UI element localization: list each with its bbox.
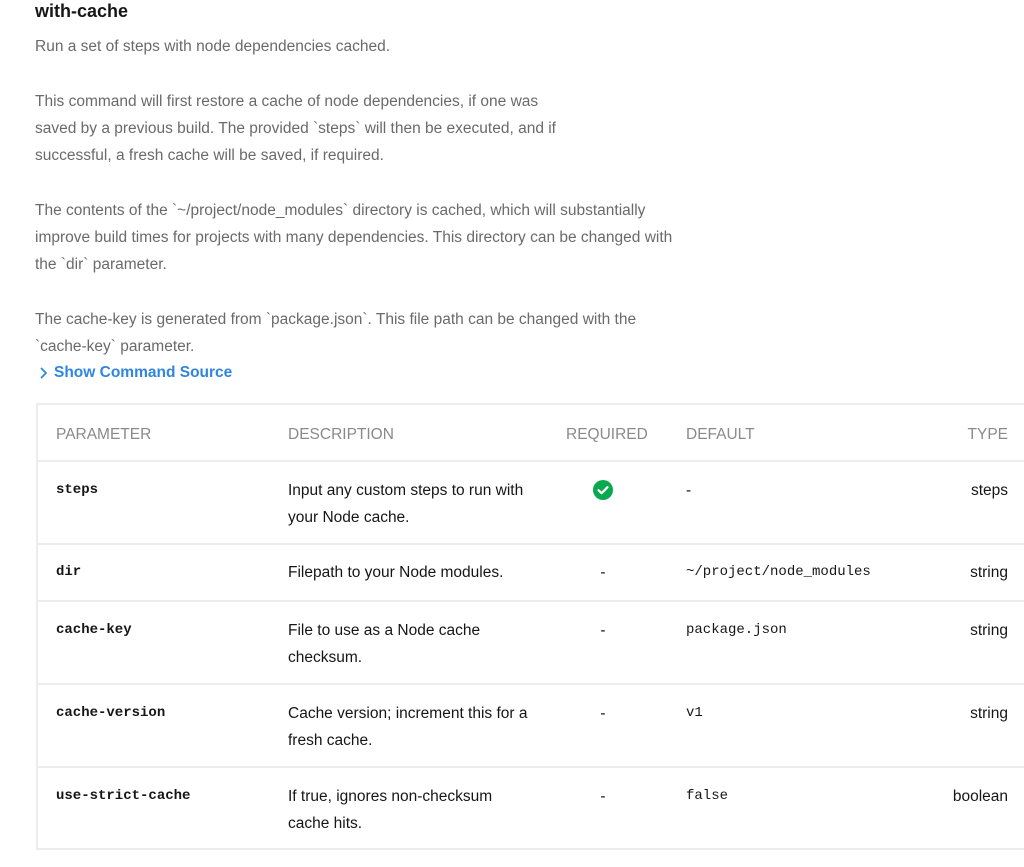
table-header-row: PARAMETER DESCRIPTION REQUIRED DEFAULT T… (38, 405, 1024, 462)
param-name: dir (56, 564, 82, 580)
header-description: DESCRIPTION (288, 426, 394, 443)
param-default: v1 (686, 705, 703, 721)
param-type: steps (970, 482, 1008, 499)
param-description: Cache version; increment this for a fres… (288, 705, 528, 749)
command-description-cache-dir: The contents of the `~/project/node_modu… (35, 202, 673, 273)
param-type: string (970, 705, 1008, 722)
table-row-cache-key: cache-key File to use as a Node cache ch… (38, 602, 1024, 685)
header-default: DEFAULT (686, 426, 755, 443)
param-default: - (686, 482, 692, 499)
show-command-source-label: Show Command Source (54, 364, 233, 381)
chevron-right-icon (40, 367, 47, 379)
table-row-use-strict-cache: use-strict-cache If true, ignores non-ch… (38, 768, 1024, 850)
param-name: use-strict-cache (56, 788, 191, 804)
param-default: package.json (686, 622, 787, 638)
table-row-cache-version: cache-version Cache version; increment t… (38, 685, 1024, 768)
param-type: string (970, 564, 1008, 581)
param-type: string (970, 622, 1008, 639)
header-required: REQUIRED (566, 426, 648, 443)
check-circle-icon (593, 479, 613, 500)
param-description: Filepath to your Node modules. (288, 564, 504, 581)
param-description: If true, ignores non-checksum cache hits… (288, 788, 493, 832)
param-type: boolean (952, 788, 1008, 805)
command-title: with-cache (35, 1, 129, 21)
param-description: Input any custom steps to run with your … (288, 482, 524, 526)
command-description-restore: This command will first restore a cache … (35, 93, 556, 164)
table-row-dir: dir Filepath to your Node modules. - ~/p… (38, 545, 1024, 602)
command-description-cache-key: The cache-key is generated from `package… (35, 311, 637, 355)
header-type: TYPE (967, 426, 1008, 443)
param-required (566, 476, 640, 503)
table-row-steps: steps Input any custom steps to run with… (38, 462, 1024, 545)
param-default: false (686, 788, 729, 804)
command-summary: Run a set of steps with node dependencie… (35, 38, 391, 55)
param-required: - (600, 788, 606, 805)
parameters-table: PARAMETER DESCRIPTION REQUIRED DEFAULT T… (36, 403, 1024, 850)
param-description: File to use as a Node cache checksum. (288, 622, 481, 666)
param-required: - (600, 705, 606, 722)
show-command-source-toggle[interactable]: Show Command Source (36, 361, 232, 385)
param-required: - (600, 622, 606, 639)
param-default: ~/project/node_modules (686, 564, 871, 580)
param-name: cache-key (56, 622, 132, 638)
param-name: cache-version (56, 705, 166, 721)
header-parameter: PARAMETER (56, 426, 152, 443)
param-name: steps (56, 482, 99, 498)
param-required: - (600, 564, 606, 581)
